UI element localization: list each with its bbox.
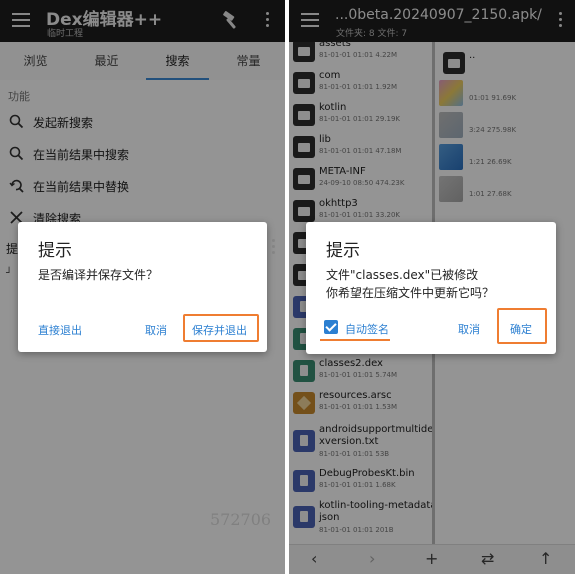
update-archive-dialog: 提示 文件"classes.dex"已被修改 你希望在压缩文件中更新它吗？ 自动… bbox=[306, 222, 556, 354]
left-screenshot: Dex编辑器++ 临时工程 浏览 最近 搜索 常量 功能 发起新搜索 在当前结果… bbox=[0, 0, 285, 574]
auto-sign-label[interactable]: 自动签名 bbox=[345, 321, 389, 337]
dialog-message-line1: 文件"classes.dex"已被修改 bbox=[326, 268, 479, 282]
dialog-message: 是否编译并保存文件？ bbox=[38, 268, 159, 282]
dialog-title: 提示 bbox=[38, 241, 72, 261]
panel-separator bbox=[285, 0, 289, 574]
save-dialog: 提示 是否编译并保存文件？ 直接退出 取消 保存并退出 bbox=[18, 222, 267, 352]
dialog-message-line2: 你希望在压缩文件中更新它吗？ bbox=[326, 286, 495, 300]
highlight-box bbox=[497, 308, 547, 344]
highlight-box bbox=[183, 314, 259, 342]
exit-without-saving-button[interactable]: 直接退出 bbox=[38, 322, 82, 338]
cancel-button[interactable]: 取消 bbox=[458, 321, 480, 337]
cancel-button[interactable]: 取消 bbox=[145, 322, 167, 338]
right-screenshot: ...0beta.20240907_2150.apk/ 文件夹: 8 文件: 7… bbox=[289, 0, 575, 574]
auto-sign-checkbox[interactable] bbox=[324, 320, 338, 334]
highlight-underline bbox=[320, 339, 390, 341]
dialog-title: 提示 bbox=[326, 241, 360, 261]
